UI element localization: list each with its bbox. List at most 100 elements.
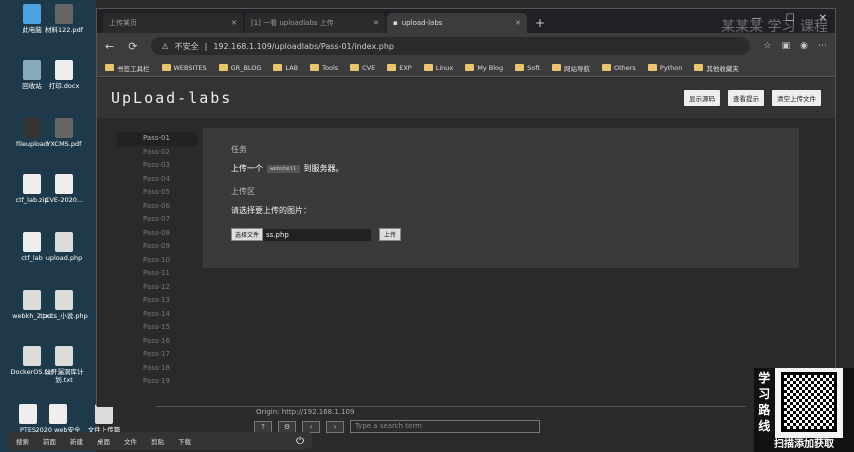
sidebar-item-pass[interactable]: Pass-07 bbox=[117, 213, 197, 227]
browser-tab-2[interactable]: [1] 一看 uploadlabs 上传 ✕ bbox=[245, 13, 385, 33]
file-input[interactable]: 选择文件 ss.php bbox=[231, 228, 371, 241]
sidebar-item-pass[interactable]: Pass-05 bbox=[117, 186, 197, 200]
choose-file-button[interactable]: 选择文件 bbox=[231, 228, 264, 241]
bookmark-folder[interactable]: EXP bbox=[387, 63, 412, 72]
task-description: 上传一个 webshell 到服务器。 bbox=[231, 163, 771, 174]
sidebar-item-pass[interactable]: Pass-19 bbox=[117, 375, 197, 389]
sidebar-item-pass[interactable]: Pass-09 bbox=[117, 240, 197, 254]
bookmark-label: Tools bbox=[322, 63, 339, 72]
taskbar-item[interactable]: 桌面 bbox=[97, 436, 110, 446]
power-icon[interactable]: ⏻ bbox=[296, 436, 304, 447]
desktop-icon[interactable]: 打印.docx bbox=[36, 60, 92, 90]
new-tab-button[interactable]: + bbox=[535, 16, 545, 33]
sidebar-item-pass[interactable]: Pass-15 bbox=[117, 321, 197, 335]
sidebar-item-pass[interactable]: Pass-10 bbox=[117, 254, 197, 268]
show-hint-button[interactable]: 查看提示 bbox=[728, 90, 764, 106]
bookmark-folder[interactable]: My Blog bbox=[465, 64, 503, 72]
file-icon bbox=[95, 404, 113, 424]
menu-icon[interactable]: ⋯ bbox=[818, 41, 827, 51]
sidebar-item-pass[interactable]: Pass-04 bbox=[117, 173, 197, 187]
desktop-icon[interactable]: 文件上传篇 bbox=[76, 404, 132, 434]
taskbar-item[interactable]: 前面 bbox=[43, 436, 56, 446]
reload-icon[interactable]: ⟳ bbox=[128, 40, 137, 53]
clear-uploads-button[interactable]: 清空上传文件 bbox=[772, 90, 821, 106]
help-icon[interactable]: ? bbox=[254, 420, 272, 433]
next-icon[interactable]: › bbox=[326, 420, 344, 433]
upload-form: 选择文件 ss.php 上传 bbox=[231, 228, 771, 241]
profile-icon[interactable]: ◉ bbox=[800, 41, 808, 51]
bookmark-folder[interactable]: Tools bbox=[310, 64, 338, 72]
sidebar-item-pass[interactable]: Pass-13 bbox=[117, 294, 197, 308]
desktop-icon-label: YXCMS.pdf bbox=[46, 140, 82, 148]
sidebar-item-pass[interactable]: Pass-01 bbox=[117, 132, 197, 146]
close-icon[interactable]: ✕ bbox=[231, 19, 237, 27]
sidebar-item-pass[interactable]: Pass-02 bbox=[117, 146, 197, 160]
taskbar: 搜索 前面 新建 桌面 文件 剪贴 下载 ⏻ bbox=[8, 432, 312, 450]
taskbar-item[interactable]: 剪贴 bbox=[151, 436, 164, 446]
bookmark-label: 其他收藏夹 bbox=[706, 64, 739, 73]
sidebar-item-pass[interactable]: Pass-03 bbox=[117, 159, 197, 173]
desktop-icon[interactable]: upload.php bbox=[36, 232, 92, 262]
taskbar-item[interactable]: 新建 bbox=[70, 436, 83, 446]
sidebar-item-pass[interactable]: Pass-16 bbox=[117, 335, 197, 349]
bookmark-folder[interactable]: Python bbox=[647, 63, 683, 72]
bookmark-folder[interactable]: GR_BLOG bbox=[218, 64, 261, 72]
show-source-button[interactable]: 显示源码 bbox=[684, 90, 720, 106]
sidebar-item-pass[interactable]: Pass-18 bbox=[117, 362, 197, 376]
browser-tab-1[interactable]: 上传某页 ✕ bbox=[103, 13, 243, 33]
file-icon bbox=[55, 346, 73, 366]
sidebar-item-pass[interactable]: Pass-17 bbox=[117, 348, 197, 362]
tab-title: 上传某页 bbox=[109, 19, 137, 27]
desktop-icon[interactable]: 公开漏洞库计划.txt bbox=[36, 346, 92, 384]
taskbar-item[interactable]: 搜索 bbox=[16, 436, 29, 446]
bookmark-folder[interactable]: CVE bbox=[350, 64, 375, 72]
settings-icon[interactable]: ⚙ bbox=[278, 420, 296, 433]
file-icon bbox=[55, 4, 73, 24]
address-bar[interactable]: ⚠ 不安全 | 192.168.1.109/uploadlabs/Pass-01… bbox=[151, 37, 750, 55]
bookmark-folder[interactable]: Soft bbox=[515, 64, 540, 72]
close-icon[interactable]: ✕ bbox=[373, 19, 379, 27]
desktop-icon-label: 材料122.pdf bbox=[44, 26, 83, 34]
desktop-icon[interactable]: 材料122.pdf bbox=[36, 4, 92, 34]
bookmark-folder[interactable]: 书签工具栏 bbox=[105, 63, 150, 73]
devtools-search-input[interactable]: Type a search term bbox=[350, 420, 540, 433]
page-header: UpLoad-labs 显示源码 查看提示 清空上传文件 bbox=[97, 78, 835, 118]
folder-icon bbox=[161, 64, 171, 71]
bookmark-folder[interactable]: Others bbox=[601, 63, 636, 72]
sidebar-item-pass[interactable]: Pass-06 bbox=[117, 200, 197, 214]
desktop-icon[interactable]: CVE-2020... bbox=[36, 174, 92, 204]
bookmark-label: Python bbox=[659, 63, 683, 72]
prev-icon[interactable]: ‹ bbox=[302, 420, 320, 433]
close-icon[interactable]: ✕ bbox=[515, 19, 521, 27]
bookmark-folder[interactable]: WEBSITES bbox=[161, 64, 207, 72]
warning-icon: ⚠ bbox=[161, 41, 169, 51]
desktop-icon[interactable]: tputs_小说.php bbox=[36, 290, 92, 320]
file-icon bbox=[55, 118, 73, 138]
bookmark-label: LAB bbox=[285, 63, 299, 72]
collections-icon[interactable]: ▣ bbox=[782, 41, 791, 51]
folder-icon bbox=[273, 64, 283, 71]
bookmark-folder[interactable]: 其他收藏夹 bbox=[694, 63, 739, 73]
upload-submit-button[interactable]: 上传 bbox=[379, 228, 402, 241]
taskbar-item[interactable]: 文件 bbox=[124, 436, 137, 446]
desktop-icon-label: CVE-2020... bbox=[44, 196, 84, 204]
bookmark-folder[interactable]: LAB bbox=[273, 64, 298, 72]
sidebar-item-pass[interactable]: Pass-14 bbox=[117, 308, 197, 322]
bookmark-label: My Blog bbox=[477, 63, 504, 72]
selected-file-name: ss.php bbox=[266, 230, 289, 239]
sidebar-item-pass[interactable]: Pass-11 bbox=[117, 267, 197, 281]
bookmark-folder[interactable]: Linux bbox=[423, 64, 453, 72]
tab-title: [1] 一看 uploadlabs 上传 bbox=[251, 19, 334, 27]
browser-tab-3[interactable]: ▪ upload-labs ✕ bbox=[387, 13, 527, 33]
folder-icon bbox=[350, 64, 360, 71]
bookmark-label: EXP bbox=[399, 63, 412, 72]
folder-icon bbox=[310, 64, 320, 71]
sidebar-item-pass[interactable]: Pass-08 bbox=[117, 227, 197, 241]
star-icon[interactable]: ☆ bbox=[764, 41, 772, 51]
sidebar-item-pass[interactable]: Pass-12 bbox=[117, 281, 197, 295]
back-icon[interactable]: ← bbox=[105, 40, 114, 53]
bookmark-label: Others bbox=[613, 63, 636, 72]
desktop-icon[interactable]: YXCMS.pdf bbox=[36, 118, 92, 148]
taskbar-item[interactable]: 下载 bbox=[178, 436, 191, 446]
bookmark-folder[interactable]: 网站导航 bbox=[551, 63, 590, 73]
